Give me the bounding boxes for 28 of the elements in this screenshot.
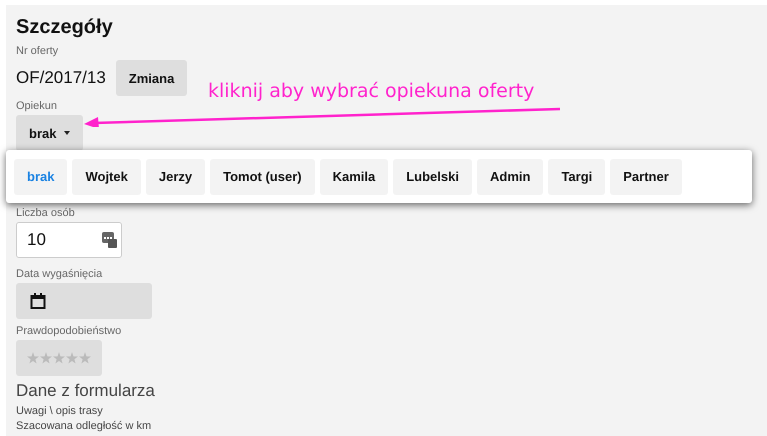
field-label: Data wygaśnięcia bbox=[16, 268, 104, 281]
subsection-title: Dane z formularza bbox=[16, 380, 156, 402]
owner-option[interactable]: Tomot (user) bbox=[210, 158, 315, 194]
owner-option[interactable]: Partner bbox=[610, 158, 682, 194]
owner-dropdown[interactable]: brak bbox=[16, 115, 84, 151]
form-field-label: Uwagi \ opis trasy bbox=[16, 404, 104, 418]
owner-option[interactable]: Jerzy bbox=[146, 158, 206, 194]
field-label: Liczba osób bbox=[16, 207, 76, 220]
owner-option[interactable]: Wojtek bbox=[72, 158, 141, 194]
owner-option[interactable]: Admin bbox=[476, 158, 544, 194]
owner-option[interactable]: Lubelski bbox=[393, 158, 472, 194]
people-input[interactable]: 10 bbox=[16, 222, 122, 258]
field-label: Prawdopodobieństwo bbox=[16, 325, 122, 338]
annotation-text: kliknij aby wybrać opiekuna oferty bbox=[208, 80, 534, 102]
owner-option[interactable]: Kamila bbox=[320, 158, 388, 194]
field-label: Nr oferty bbox=[16, 45, 60, 58]
field-label: Opiekun bbox=[16, 100, 58, 113]
rating-field[interactable] bbox=[16, 340, 102, 376]
calendar-icon bbox=[30, 293, 46, 309]
number-icon bbox=[102, 232, 117, 248]
section-title: Szczegóły bbox=[16, 15, 114, 39]
owner-option[interactable]: brak bbox=[14, 158, 68, 194]
change-button[interactable]: Zmiana bbox=[116, 60, 188, 96]
owner-option[interactable]: Targi bbox=[548, 158, 606, 194]
offer-number: OF/2017/13 bbox=[16, 68, 106, 88]
form-field-label: Szacowana odległość w km bbox=[16, 419, 152, 433]
date-field[interactable] bbox=[16, 283, 152, 319]
caret-icon bbox=[64, 131, 70, 135]
